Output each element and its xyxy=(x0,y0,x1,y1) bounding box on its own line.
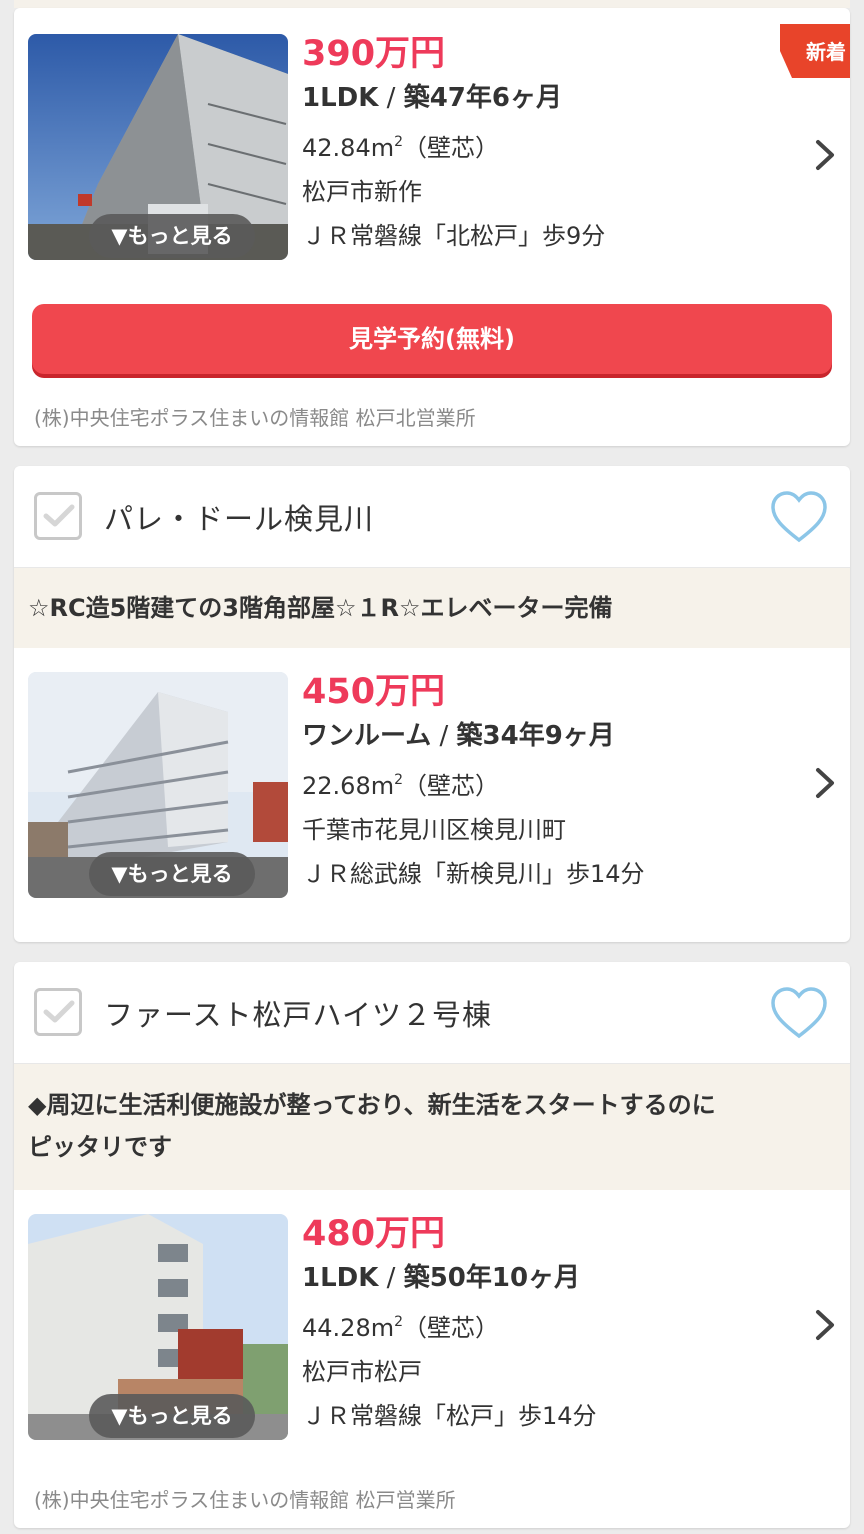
floor-plan: 1LDK xyxy=(302,83,379,113)
area-note: （壁芯） xyxy=(403,1314,500,1342)
listing-info: 450万円 ワンルーム / 築34年9ヶ月 22.68m2（壁芯） 千葉市花見川… xyxy=(302,670,790,896)
building-age: 築34年9ヶ月 xyxy=(456,721,615,751)
property-photo[interactable]: ▼もっと見る xyxy=(28,672,288,898)
area-value: 42.84m xyxy=(302,134,395,162)
separator: / xyxy=(378,83,404,113)
building-age: 築50年10ヶ月 xyxy=(403,1263,581,1293)
property-name[interactable]: ファースト松戸ハイツ２号棟 xyxy=(104,992,492,1034)
listing-card: ファースト松戸ハイツ２号棟 ◆周辺に生活利便施設が整っており、新生活をスタートす… xyxy=(14,962,850,1528)
listing-info: 480万円 1LDK / 築50年10ヶ月 44.28m2（壁芯） 松戸市松戸 … xyxy=(302,1212,790,1438)
listing-summary[interactable]: ▼もっと見る 480万円 1LDK / 築50年10ヶ月 44.28m2（壁芯）… xyxy=(14,1190,850,1460)
listing-info: 390万円 1LDK / 築47年6ヶ月 42.84m2（壁芯） 松戸市新作 Ｊ… xyxy=(302,32,790,258)
station-access: ＪＲ総武線「新検見川」歩14分 xyxy=(302,860,645,888)
listing-summary[interactable]: ▼もっと見る 450万円 ワンルーム / 築34年9ヶ月 22.68m2（壁芯）… xyxy=(14,648,850,942)
area-value: 22.68m xyxy=(302,772,395,800)
separator: / xyxy=(378,1263,404,1293)
floor-plan: ワンルーム xyxy=(302,721,432,751)
layout-age: 1LDK / 築47年6ヶ月 xyxy=(302,76,790,120)
price: 480万円 xyxy=(302,1214,446,1254)
area-value: 44.28m xyxy=(302,1314,395,1342)
catch-copy-line: ピッタリです xyxy=(28,1133,172,1161)
address: 松戸市新作 xyxy=(302,178,422,206)
price: 390万円 xyxy=(302,34,446,74)
area-note: （壁芯） xyxy=(403,134,500,162)
layout-age: ワンルーム / 築34年9ヶ月 xyxy=(302,714,790,758)
area-note: （壁芯） xyxy=(403,772,500,800)
tour-reservation-button[interactable]: 見学予約(無料) xyxy=(32,304,832,374)
floor-area: 22.68m2（壁芯） xyxy=(302,758,790,808)
separator: / xyxy=(431,721,457,751)
chevron-right-icon[interactable] xyxy=(814,1308,836,1342)
building-age: 築47年6ヶ月 xyxy=(403,83,562,113)
address: 千葉市花見川区検見川町 xyxy=(302,816,566,844)
more-photos-button[interactable]: ▼もっと見る xyxy=(89,1394,255,1438)
floor-plan: 1LDK xyxy=(302,1263,379,1293)
more-photos-button[interactable]: ▼もっと見る xyxy=(89,214,255,258)
check-icon xyxy=(43,1000,75,1023)
layout-age: 1LDK / 築50年10ヶ月 xyxy=(302,1256,790,1300)
card-header: ファースト松戸ハイツ２号棟 xyxy=(14,962,850,1064)
chevron-right-icon[interactable] xyxy=(814,766,836,800)
catch-copy: ☆RC造5階建ての3階角部屋☆１R☆エレベーター完備 xyxy=(14,568,850,648)
station-access: ＪＲ常磐線「松戸」歩14分 xyxy=(302,1402,597,1430)
compare-checkbox[interactable] xyxy=(34,492,82,540)
area-unit-exponent: 2 xyxy=(394,134,404,150)
favorite-heart-icon[interactable] xyxy=(770,986,828,1040)
listing-card: パレ・ドール検見川 ☆RC造5階建ての3階角部屋☆１R☆エレベーター完備 ▼もっ… xyxy=(14,466,850,942)
floor-area: 42.84m2（壁芯） xyxy=(302,120,790,170)
catch-copy-line: ◆周辺に生活利便施設が整っており、新生活をスタートするのに xyxy=(28,1091,716,1119)
property-photo[interactable]: ▼もっと見る xyxy=(28,34,288,260)
chevron-right-icon[interactable] xyxy=(814,138,836,172)
address: 松戸市松戸 xyxy=(302,1358,422,1386)
property-photo[interactable]: ▼もっと見る xyxy=(28,1214,288,1440)
property-name[interactable]: パレ・ドール検見川 xyxy=(104,496,374,538)
price: 450万円 xyxy=(302,672,446,712)
agent-name[interactable]: (株)中央住宅ポラス住まいの情報館 松戸北営業所 xyxy=(34,402,476,431)
previous-card-edge xyxy=(14,0,850,8)
favorite-heart-icon[interactable] xyxy=(770,490,828,544)
floor-area: 44.28m2（壁芯） xyxy=(302,1300,790,1350)
listing-card: ▼もっと見る 390万円 1LDK / 築47年6ヶ月 42.84m2（壁芯） … xyxy=(14,8,850,446)
catch-copy: ◆周辺に生活利便施設が整っており、新生活をスタートするのに ピッタリです xyxy=(14,1064,850,1190)
station-access: ＪＲ常磐線「北松戸」歩9分 xyxy=(302,222,606,250)
compare-checkbox[interactable] xyxy=(34,988,82,1036)
check-icon xyxy=(43,504,75,527)
area-unit-exponent: 2 xyxy=(394,1314,404,1330)
agent-name[interactable]: (株)中央住宅ポラス住まいの情報館 松戸営業所 xyxy=(34,1484,456,1513)
area-unit-exponent: 2 xyxy=(394,772,404,788)
more-photos-button[interactable]: ▼もっと見る xyxy=(89,852,255,896)
card-header: パレ・ドール検見川 xyxy=(14,466,850,568)
new-badge-label: 新着 xyxy=(806,40,846,64)
listing-summary[interactable]: ▼もっと見る 390万円 1LDK / 築47年6ヶ月 42.84m2（壁芯） … xyxy=(14,8,850,278)
